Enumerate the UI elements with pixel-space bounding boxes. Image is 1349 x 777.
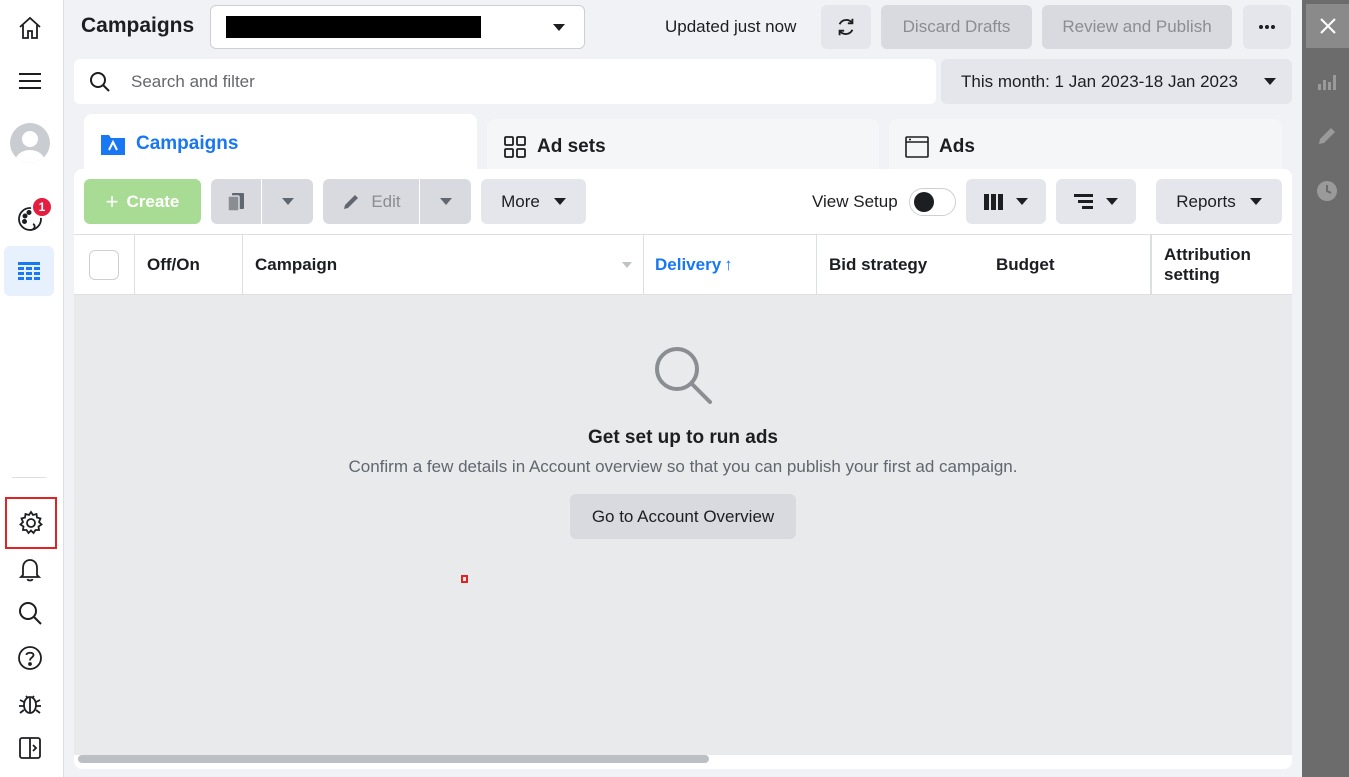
- chevron-down-icon: [439, 198, 452, 205]
- pencil-icon: [344, 194, 359, 209]
- column-header-budget[interactable]: Budget: [996, 235, 1151, 294]
- breakdown-button[interactable]: [1056, 179, 1136, 224]
- sort-caret-icon: [622, 262, 632, 268]
- tab-campaigns[interactable]: Campaigns: [84, 114, 477, 174]
- edit-label: Edit: [371, 191, 401, 211]
- more-button[interactable]: More: [481, 179, 586, 224]
- sort-ascending-arrow-icon: ↑: [724, 254, 733, 274]
- profile-avatar[interactable]: [8, 121, 52, 165]
- column-header-off-on[interactable]: Off/On: [135, 235, 243, 294]
- folder-icon: [101, 135, 125, 155]
- tab-ad-sets[interactable]: Ad sets: [487, 119, 879, 174]
- settings-gear-icon[interactable]: [5, 497, 57, 549]
- tab-label: Campaigns: [136, 133, 239, 154]
- menu-icon[interactable]: [8, 59, 52, 103]
- close-icon: [1320, 18, 1336, 34]
- column-label: Delivery: [655, 254, 722, 274]
- column-header-attribution-setting[interactable]: Attribution setting: [1151, 235, 1292, 294]
- go-to-account-overview-button[interactable]: Go to Account Overview: [570, 494, 796, 539]
- date-range-picker[interactable]: This month: 1 Jan 2023-18 Jan 2023: [941, 59, 1292, 104]
- horizontal-scrollbar[interactable]: [78, 755, 709, 763]
- duplicate-button[interactable]: [211, 179, 261, 224]
- plus-icon: +: [105, 188, 119, 214]
- close-button[interactable]: [1306, 4, 1349, 48]
- cursor-marker: [461, 575, 468, 583]
- duplicate-options-dropdown[interactable]: [262, 179, 313, 224]
- account-name-redacted: [226, 16, 481, 38]
- notification-badge: 1: [31, 196, 53, 218]
- right-side-rail: [1302, 0, 1349, 777]
- edit-options-dropdown[interactable]: [420, 179, 471, 224]
- more-options-button[interactable]: [1243, 5, 1291, 49]
- chevron-down-icon: [553, 198, 566, 205]
- chart-icon[interactable]: [1316, 71, 1338, 93]
- ad-account-dropdown[interactable]: [210, 5, 585, 49]
- select-all-checkbox[interactable]: [89, 249, 119, 280]
- empty-state-description: Confirm a few details in Account overvie…: [348, 457, 1018, 476]
- home-icon[interactable]: [8, 6, 52, 50]
- refresh-icon: [838, 18, 854, 36]
- search-icon[interactable]: [8, 591, 52, 635]
- grid-icon: [504, 135, 526, 158]
- help-icon[interactable]: [8, 636, 52, 680]
- reports-label: Reports: [1176, 191, 1236, 211]
- discard-drafts-button[interactable]: Discard Drafts: [881, 5, 1032, 49]
- chevron-down-icon: [281, 198, 294, 205]
- create-label: Create: [126, 191, 180, 211]
- refresh-button[interactable]: [821, 5, 871, 49]
- edit-button[interactable]: Edit: [323, 179, 419, 224]
- chevron-down-icon: [1264, 78, 1276, 85]
- columns-icon: [984, 193, 1003, 210]
- breakdown-icon: [1074, 193, 1093, 209]
- columns-button[interactable]: [966, 179, 1046, 224]
- empty-state-title: Get set up to run ads: [587, 427, 779, 448]
- column-header-campaign[interactable]: Campaign: [243, 235, 644, 294]
- column-label: Campaign: [255, 254, 338, 274]
- review-and-publish-button[interactable]: Review and Publish: [1042, 5, 1232, 49]
- page-title: Campaigns: [81, 14, 195, 37]
- duplicate-icon: [227, 192, 244, 212]
- search-input[interactable]: [131, 70, 911, 94]
- view-setup-label: View Setup: [812, 192, 898, 211]
- chevron-down-icon: [1016, 198, 1028, 205]
- bug-report-icon[interactable]: [8, 681, 52, 725]
- reports-button[interactable]: Reports: [1156, 179, 1282, 224]
- tab-label: Ads: [939, 135, 975, 157]
- date-range-label: This month: 1 Jan 2023-18 Jan 2023: [961, 71, 1238, 91]
- chevron-down-icon: [1106, 198, 1118, 205]
- ellipsis-icon: [1259, 25, 1275, 29]
- column-header-delivery[interactable]: Delivery ↑: [644, 235, 817, 294]
- more-label: More: [501, 191, 540, 211]
- updated-status: Updated just now: [665, 17, 797, 36]
- create-button[interactable]: + Create: [84, 179, 201, 224]
- window-icon: [905, 135, 929, 158]
- nav-divider: [12, 477, 46, 478]
- table-header: Off/On Campaign Delivery ↑ Bid strategy …: [74, 234, 1292, 295]
- ads-manager-palette-icon[interactable]: 1: [8, 196, 53, 240]
- search-icon: [90, 72, 110, 92]
- campaigns-table-icon[interactable]: [4, 246, 54, 296]
- chevron-down-icon: [553, 24, 565, 31]
- clock-icon[interactable]: [1316, 180, 1338, 202]
- search-and-filter-bar[interactable]: [74, 59, 936, 104]
- side-panel-icon[interactable]: [8, 726, 52, 770]
- left-navigation: 1: [0, 0, 64, 777]
- magnifier-icon: [655, 347, 712, 404]
- tab-label: Ad sets: [537, 135, 606, 157]
- campaigns-panel: + Create Edit More View Setup Reports Of…: [74, 169, 1292, 769]
- avatar: [10, 123, 50, 163]
- select-all-cell: [74, 235, 135, 294]
- tab-ads[interactable]: Ads: [889, 119, 1282, 174]
- pencil-icon[interactable]: [1316, 125, 1338, 147]
- bell-icon[interactable]: [8, 547, 52, 591]
- empty-state: Get set up to run ads Confirm a few deta…: [74, 295, 1292, 755]
- view-setup-toggle[interactable]: [909, 188, 956, 216]
- column-label: Bid strategy: [829, 254, 928, 274]
- chevron-down-icon: [1249, 198, 1262, 205]
